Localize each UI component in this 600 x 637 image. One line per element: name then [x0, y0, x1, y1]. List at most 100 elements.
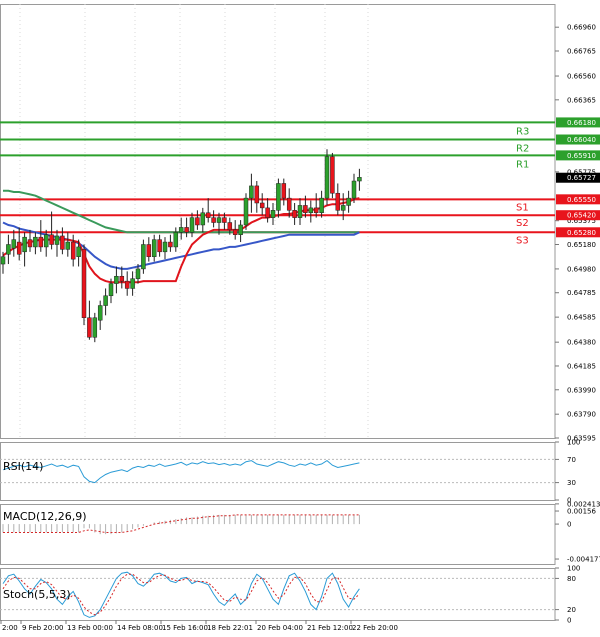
price-label-highlight: 0.65910: [567, 152, 596, 160]
candle-body: [173, 232, 179, 248]
candle-body: [108, 283, 114, 297]
price-tick-label: 0.63990: [567, 386, 596, 394]
candle-body: [87, 317, 92, 338]
x-tick-label: 9 Feb 20:00: [22, 624, 63, 632]
x-tick-label: 21 Feb 12:00: [307, 624, 353, 632]
rsi-tick-label: 30: [567, 479, 576, 487]
pane-frame-0: [0, 4, 556, 439]
candle-body: [222, 217, 227, 223]
candle-body: [254, 185, 260, 204]
stoch-label: Stoch(5,5,3): [3, 588, 71, 601]
candle-body: [330, 156, 335, 194]
candle-body: [38, 236, 44, 248]
candle-body: [265, 207, 270, 218]
stoch-tick-label: 100: [567, 565, 580, 573]
candle-body: [11, 239, 17, 249]
candle-body: [286, 197, 292, 211]
candle-body: [162, 241, 168, 253]
candle-body: [168, 241, 173, 248]
candle-body: [357, 177, 362, 182]
candle-body: [249, 185, 254, 199]
rsi-label: RSI(14): [3, 460, 43, 473]
price-tick-label: 0.64185: [567, 362, 596, 370]
candle-body: [276, 183, 281, 211]
level-label-s3: S3: [516, 235, 529, 246]
x-tick-label: 20 Feb 04:00: [257, 624, 303, 632]
level-label-s2: S2: [516, 218, 529, 229]
price-tick-label: 0.63790: [567, 411, 596, 419]
candle-body: [292, 210, 297, 218]
price-tick-label: 0.64380: [567, 339, 596, 347]
price-tick-label: 0.66560: [567, 73, 596, 81]
price-tick-label: 0.66960: [567, 24, 596, 32]
level-label-r1: R1: [516, 159, 529, 170]
candle-body: [324, 156, 330, 199]
candle-body: [124, 280, 130, 289]
price-tick-label: 0.64980: [567, 265, 596, 273]
candle-body: [211, 217, 216, 223]
candle-body: [270, 210, 276, 218]
macd-label: MACD(12,26,9): [3, 510, 87, 523]
candle-body: [227, 222, 233, 231]
candle-body: [92, 317, 98, 338]
candle-body: [97, 305, 103, 321]
candle-body: [103, 295, 108, 306]
rsi-tick-label: 70: [567, 456, 576, 464]
candle-body: [81, 249, 87, 318]
x-tick-label: 15 Feb 16:00: [162, 624, 208, 632]
candle-body: [135, 268, 141, 279]
candle-body: [0, 256, 6, 265]
pane-frame-3: [0, 568, 556, 621]
candle-body: [189, 217, 195, 233]
candle-body: [184, 227, 189, 233]
candle-body: [259, 202, 265, 209]
candle-body: [308, 207, 314, 214]
candle-body: [33, 236, 38, 248]
candle-body: [335, 192, 341, 211]
stoch-tick-label: 0: [567, 617, 571, 625]
x-tick-label: 22 Feb 20:00: [352, 624, 398, 632]
candle-body: [346, 197, 351, 206]
level-label-r2: R2: [516, 144, 529, 155]
candle-body: [200, 212, 206, 226]
candle-body: [232, 229, 238, 235]
candle-body: [27, 239, 33, 248]
candle-body: [319, 197, 324, 214]
candle-body: [70, 241, 76, 260]
candle-body: [303, 205, 308, 214]
macd-tick-label: 0: [567, 521, 571, 529]
rsi-tick-label: 100: [567, 439, 580, 447]
x-tick-label: 2:00: [2, 624, 18, 632]
candle-body: [141, 244, 146, 270]
price-tick-label: 0.66765: [567, 48, 596, 56]
pane-frame-1: [0, 442, 556, 501]
candle-body: [43, 234, 49, 248]
candle-body: [243, 197, 249, 226]
candle-body: [60, 235, 65, 250]
x-tick-label: 14 Feb 08:00: [117, 624, 163, 632]
stoch-tick-label: 20: [567, 606, 576, 614]
candle-body: [22, 236, 27, 253]
candle-body: [114, 275, 119, 284]
candle-body: [178, 227, 184, 233]
chart-svg: 0.669600.667650.665600.663650.657750.653…: [0, 4, 600, 632]
price-label-highlight: 0.65550: [567, 196, 596, 204]
level-label-s1: S1: [516, 202, 529, 213]
price-label-highlight: 0.66040: [567, 136, 596, 144]
price-label-highlight: 0.66180: [567, 119, 596, 127]
candle-body: [340, 205, 346, 211]
candle-body: [49, 234, 54, 245]
candle-body: [6, 244, 11, 255]
chart-area: 0.66960 0.66765 0.66560 0.66365 0.65775 0.653…: [0, 0, 600, 633]
candle-body: [151, 239, 157, 257]
candle-body: [146, 244, 152, 257]
candle-body: [157, 239, 162, 253]
candle-body: [65, 241, 71, 250]
macd-tick-label: -0.004177: [567, 556, 600, 564]
price-label-highlight: 0.65280: [567, 229, 596, 237]
stoch-tick-label: 80: [567, 575, 576, 583]
price-tick-label: 0.64585: [567, 314, 596, 322]
candle-body: [351, 180, 357, 199]
x-tick-label: 18 Feb 22:01: [207, 624, 253, 632]
macd-tick-label: 0.00156: [567, 508, 596, 516]
